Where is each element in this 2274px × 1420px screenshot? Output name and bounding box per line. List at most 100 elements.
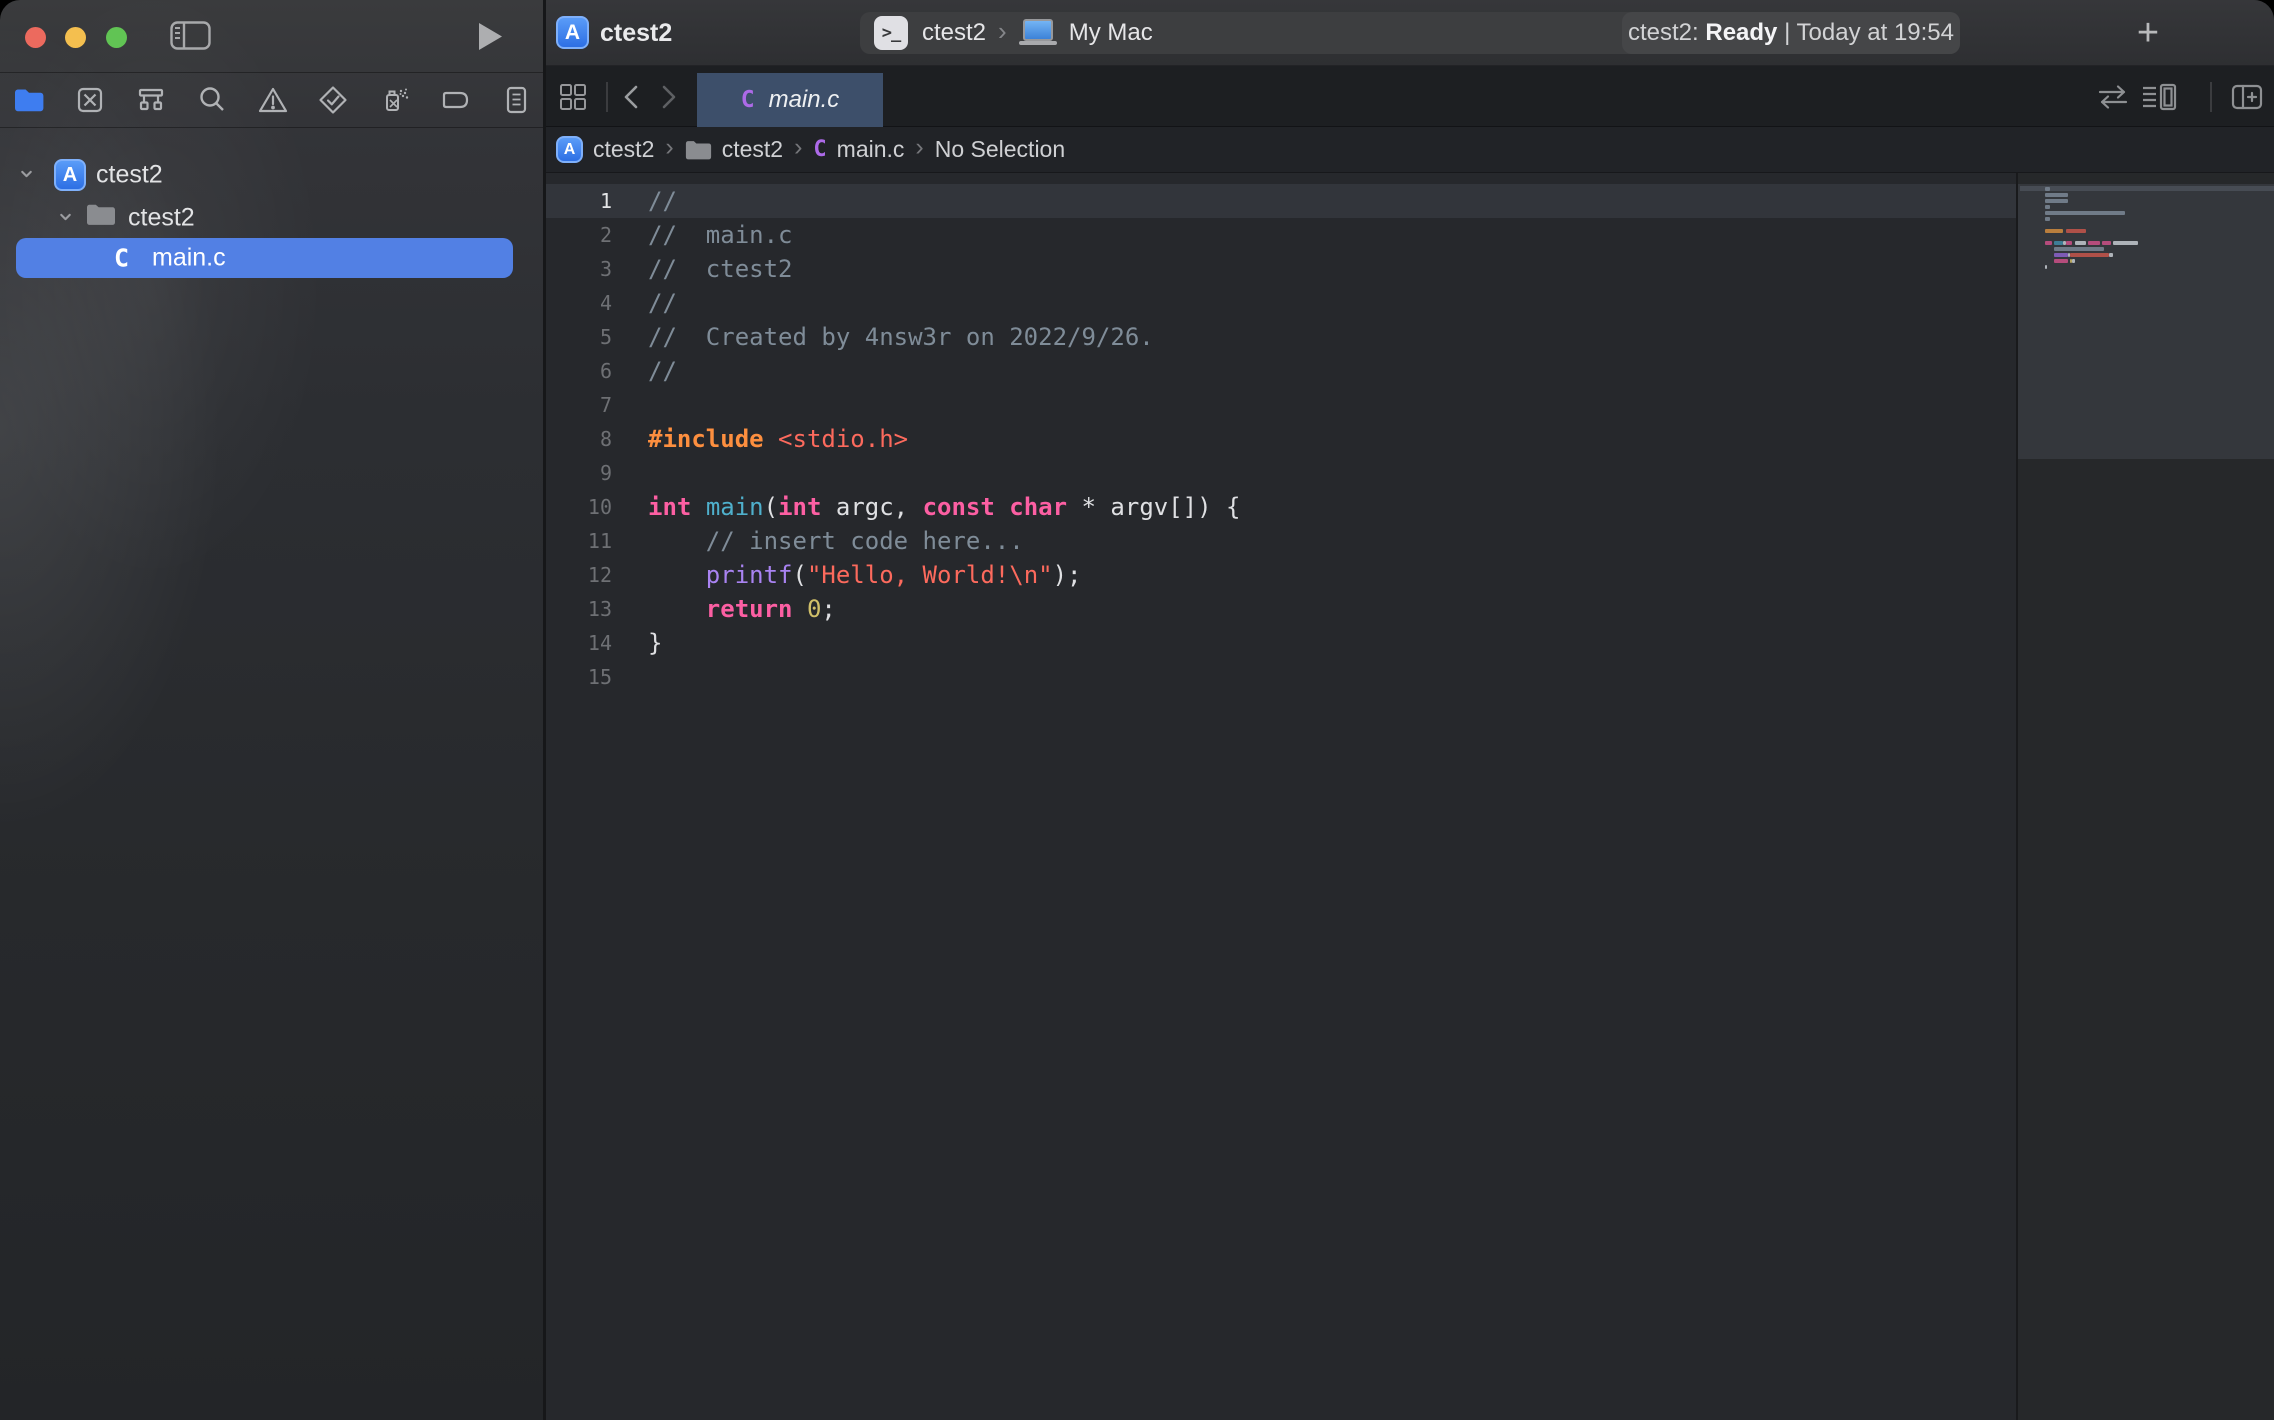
report-navigator-icon[interactable] [498,82,534,118]
line-number[interactable]: 11 [545,524,612,558]
line-number[interactable]: 14 [545,626,612,660]
minimap[interactable] [2018,173,2274,1420]
project-navigator-icon[interactable] [11,82,47,118]
code-line-1[interactable]: 1// [545,184,2016,218]
minimap-line-10 [2088,241,2099,245]
code-line-9[interactable]: 9 [545,456,2016,490]
code-text: // ctest2 [648,252,793,286]
code-line-8[interactable]: 8 #include <stdio.h> [545,422,2016,456]
workspace-area: A ctest2 >_ ctest2 › My Mac ctest2: Read… [545,0,2274,1420]
project-tree: Actest2 ctest2Cmain.c [0,130,545,730]
line-number[interactable]: 9 [545,456,612,490]
minimap-line-12 [2070,253,2109,257]
line-number[interactable]: 8 [545,422,612,456]
go-forward-icon[interactable] [651,66,687,127]
line-number[interactable]: 2 [545,218,612,252]
line-number[interactable]: 3 [545,252,612,286]
issue-navigator-icon[interactable] [255,82,291,118]
minimap-line-6 [2045,217,2050,221]
code-line-12[interactable]: 12 printf("Hello, World!\n"); [545,558,2016,592]
app-project-icon: A [54,159,86,191]
debug-navigator-icon[interactable] [376,82,412,118]
line-number[interactable]: 6 [545,354,612,388]
scheme-destination[interactable]: My Mac [1069,19,1153,47]
code-text: // [648,354,677,388]
project-app-icon: A [556,16,589,49]
tab-label: main.c [769,86,840,114]
line-number[interactable]: 5 [545,320,612,354]
minimap-line-12 [2054,253,2068,257]
minimap-line-10 [2066,241,2073,245]
tab-main-c[interactable]: C main.c [697,73,883,127]
code-text: // [648,286,677,320]
find-navigator-icon[interactable] [194,82,230,118]
minimap-line-10 [2045,241,2052,245]
tree-item-ctest2[interactable]: Actest2 [0,156,545,194]
line-number[interactable]: 4 [545,286,612,320]
toggle-sidebar-icon[interactable] [170,21,211,50]
minimize-window-button[interactable] [65,27,86,48]
minimap-line-13 [2072,259,2074,263]
code-line-14[interactable]: 14} [545,626,2016,660]
scheme-selector[interactable]: >_ ctest2 › My Mac ctest2: Ready | Today… [860,12,1960,54]
code-line-5[interactable]: 5// Created by 4nsw3r on 2022/9/26. [545,320,2016,354]
line-number[interactable]: 12 [545,558,612,592]
minimap-line-10 [2113,241,2138,245]
jumpbar-item-label: No Selection [935,136,1065,163]
tree-item-ctest2[interactable]: ctest2 [0,199,545,237]
disclosure-chevron-icon[interactable] [18,161,35,190]
line-number[interactable]: 1 [545,184,612,218]
c-file-icon: C [741,87,755,113]
scheme-target[interactable]: ctest2 [922,19,986,47]
activity-status[interactable]: ctest2: Ready | Today at 19:54 [1622,12,1960,54]
project-icon: A [54,159,86,191]
run-button[interactable] [478,22,503,51]
tab-bar: C main.c [545,66,2274,127]
line-number[interactable]: 7 [545,388,612,422]
code-line-3[interactable]: 3 // ctest2 [545,252,2016,286]
symbol-navigator-icon[interactable] [133,82,169,118]
code-text: printf("Hello, World!\n"); [648,558,1082,592]
jumpbar-item-no-selection[interactable]: No Selection [935,136,1065,163]
line-number[interactable]: 13 [545,592,612,626]
code-line-15[interactable]: 15 [545,660,2016,694]
code-text: #include <stdio.h> [648,422,908,456]
code-review-icon[interactable] [2093,66,2133,127]
code-line-11[interactable]: 11 // insert code here... [545,524,2016,558]
code-line-6[interactable]: 6 // [545,354,2016,388]
breakpoint-navigator-icon[interactable] [437,82,473,118]
code-line-4[interactable]: 4 // [545,286,2016,320]
code-text: return 0; [648,592,836,626]
close-window-button[interactable] [25,27,46,48]
minimap-line-4 [2045,205,2050,209]
library-add-button[interactable]: + [2118,0,2178,66]
jumpbar-item-label: main.c [837,136,905,163]
window-title: ctest2 [600,0,672,66]
jumpbar-item-main-c[interactable]: Cmain.c [813,136,904,163]
minimap-line-10 [2075,241,2086,245]
sidebar-resize-handle[interactable] [543,0,546,1420]
minimap-line-8 [2045,229,2063,233]
jumpbar-item-ctest2[interactable]: ctest2 [685,136,783,163]
jumpbar-item-ctest2[interactable]: Actest2 [556,136,654,163]
minimap-line-5 [2045,211,2125,215]
related-items-grid-icon[interactable] [553,66,593,127]
test-navigator-icon[interactable] [315,82,351,118]
tree-item-main-c[interactable]: Cmain.c [0,238,545,278]
code-line-2[interactable]: 2// main.c [545,218,2016,252]
source-control-navigator-icon[interactable] [72,82,108,118]
code-line-13[interactable]: 13 return 0; [545,592,2016,626]
line-number[interactable]: 15 [545,660,612,694]
add-editor-icon[interactable] [2227,66,2267,127]
code-line-10[interactable]: 10int main(int argc, const char * argv[]… [545,490,2016,524]
disclosure-chevron-icon[interactable] [57,204,74,233]
code-line-7[interactable]: 7 [545,388,2016,422]
source-editor[interactable]: 1//2// main.c3// ctest24//5// Created by… [545,173,2016,1420]
go-back-icon[interactable] [613,66,649,127]
minimap-line-1 [2045,187,2050,191]
zoom-window-button[interactable] [106,27,127,48]
line-number[interactable]: 10 [545,490,612,524]
minimap-line-10 [2054,241,2063,245]
editor-options-icon[interactable] [2137,66,2185,127]
minimap-line-12 [2109,253,2114,257]
